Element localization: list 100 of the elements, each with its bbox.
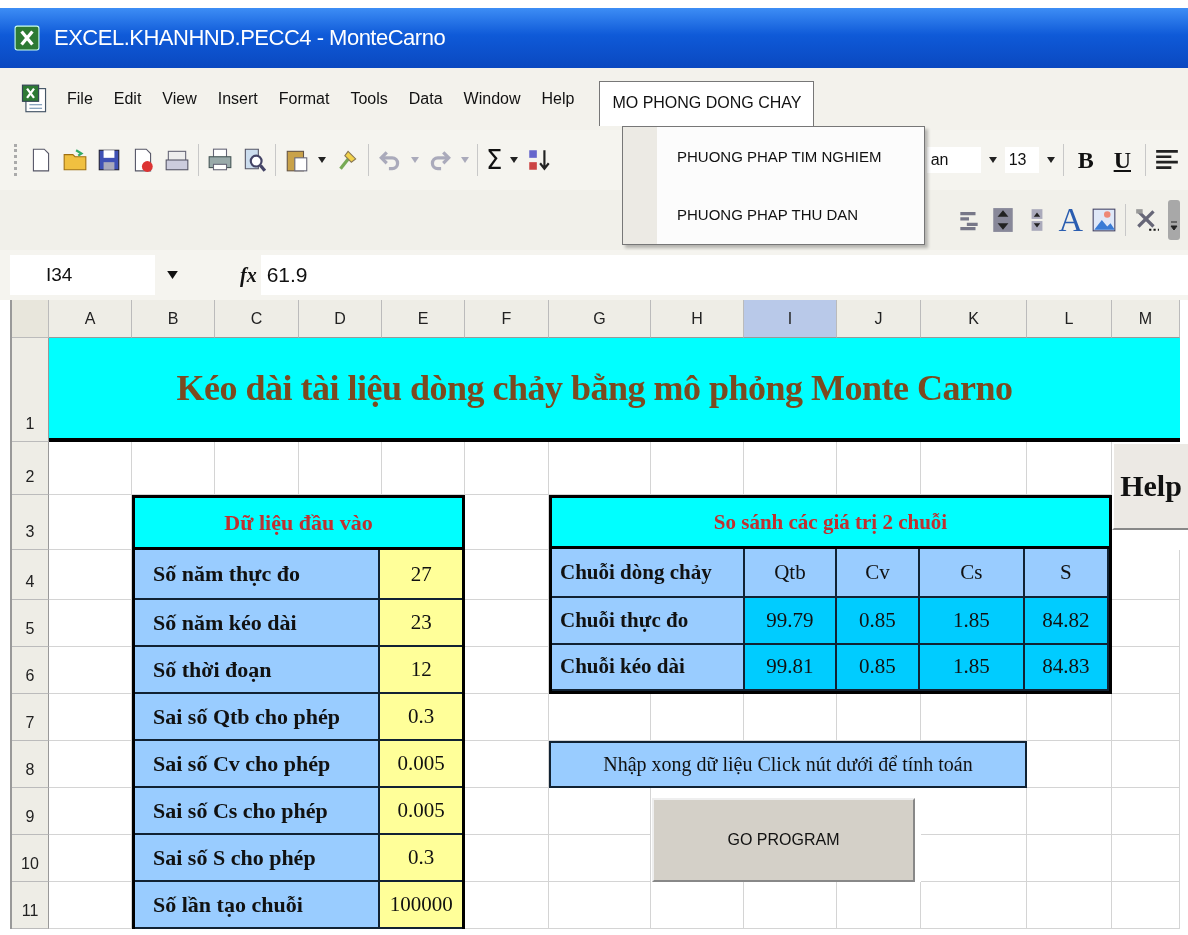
sheet-cell[interactable] [465,600,549,647]
row-header[interactable]: 2 [12,442,49,495]
image-icon[interactable] [1091,207,1117,233]
spreadsheet-icon [14,25,40,51]
sheet-cell[interactable] [465,882,549,929]
menu-item[interactable]: Edit [111,86,144,112]
column-header[interactable]: I [744,300,837,338]
caret-icon[interactable] [988,157,997,163]
column-header[interactable]: A [49,300,132,338]
sheet-cell[interactable] [1112,550,1180,600]
row-header[interactable]: 5 [12,600,49,647]
printer-icon[interactable] [207,147,233,173]
sheet-cell[interactable] [1112,647,1180,694]
sheet-cell[interactable] [549,835,651,882]
sheet-cell[interactable] [465,495,549,550]
sheet-cell[interactable] [49,882,132,929]
menu-option[interactable]: PHUONG PHAP TIM NGHIEM [667,141,892,171]
column-header[interactable]: B [132,300,215,338]
sheet-cell[interactable] [1027,882,1112,929]
value-cell[interactable]: 0.3 [380,694,462,741]
sheet-cell[interactable] [465,788,549,835]
sheet-cell[interactable] [1112,788,1180,835]
sheet-cell[interactable] [1027,788,1112,835]
menu-item[interactable]: View [160,86,199,112]
row-header[interactable]: 10 [12,835,49,882]
sheet-cell[interactable] [1112,694,1180,741]
column-header[interactable]: G [549,300,651,338]
function-button[interactable]: fx [240,263,257,287]
sheet-cell[interactable] [1112,600,1180,647]
sheet-cell[interactable] [49,647,132,694]
menu-item[interactable]: Tools [348,86,390,112]
menu-item[interactable]: Format [276,86,332,112]
sheet-cell[interactable] [465,647,549,694]
column-header[interactable]: M [1112,300,1180,338]
toolbar-options-icon[interactable] [1168,200,1180,240]
row-header[interactable]: 4 [12,550,49,600]
formula-field[interactable]: 61.9 [260,255,1188,295]
menu-item[interactable]: Data [406,86,445,112]
caret-icon[interactable] [318,157,326,163]
value-cell[interactable]: 0.005 [380,741,462,788]
row-header[interactable]: 8 [12,741,49,788]
sheet-cell[interactable] [921,882,1027,929]
sheet-cell[interactable] [1112,835,1180,882]
row-header[interactable]: 1 [12,338,49,442]
underline-button[interactable]: U [1107,146,1137,174]
column-header[interactable]: L [1027,300,1112,338]
sheet-cell[interactable] [49,741,132,788]
column-header[interactable]: D [299,300,382,338]
wordart-button[interactable]: A [1058,203,1083,237]
sheet-cell[interactable] [49,550,132,600]
sheet-cell[interactable] [465,694,549,741]
caret-icon[interactable] [1046,157,1055,163]
value-cell[interactable]: 100000 [380,882,462,929]
sheet-cell[interactable] [49,600,132,647]
sheet-cell[interactable] [49,835,132,882]
autosum-button[interactable]: Σ [486,145,503,175]
folder-icon[interactable] [62,147,88,173]
value-cell[interactable]: 0.005 [380,788,462,835]
sheet-cell[interactable] [1027,694,1112,741]
menu-item[interactable]: Insert [215,86,260,112]
menu-item[interactable]: MO PHONG DONG CHAY [599,80,815,126]
row-header[interactable]: 7 [12,694,49,741]
column-header[interactable]: F [465,300,549,338]
row-header[interactable]: 11 [12,882,49,929]
help-button[interactable]: Help [1112,442,1188,530]
workbook-icon[interactable] [20,84,48,114]
name-box[interactable]: I34 [10,255,155,295]
value-cell[interactable]: 27 [380,550,462,600]
sheet-cell[interactable] [921,835,1027,882]
menu-item[interactable]: File [65,86,95,112]
bold-button[interactable]: B [1071,146,1100,174]
column-header[interactable]: E [382,300,465,338]
sheet-cell[interactable] [1027,835,1112,882]
sheet-cell[interactable] [49,495,132,550]
sheet-cell[interactable] [549,882,651,929]
column-header[interactable]: H [651,300,744,338]
sheet-cell[interactable] [465,835,549,882]
menu-option[interactable]: PHUONG PHAP THU DAN [667,200,869,230]
font-size-field[interactable]: 13 [1004,147,1039,173]
sheet-cell[interactable] [49,694,132,741]
caret-icon[interactable] [510,157,519,163]
sheet-cell[interactable] [1112,741,1180,788]
column-header[interactable]: K [921,300,1027,338]
go-program-button[interactable]: GO PROGRAM [652,798,915,882]
sheet-cell[interactable] [465,550,549,600]
column-header[interactable]: C [215,300,299,338]
menu-item[interactable]: Window [461,86,523,112]
sheet-cell[interactable] [49,788,132,835]
row-header[interactable]: 6 [12,647,49,694]
value-cell[interactable]: 0.3 [380,835,462,882]
caret-icon[interactable] [167,271,178,279]
row-header[interactable]: 3 [12,495,49,550]
font-name-field[interactable]: an [926,147,981,173]
sheet-cell[interactable] [1112,882,1180,929]
value-cell[interactable]: 12 [380,647,462,694]
menu-item[interactable]: Help [539,86,577,112]
value-cell[interactable]: 23 [380,600,462,647]
row-header[interactable]: 9 [12,788,49,835]
column-header[interactable]: J [837,300,921,338]
select-all-corner[interactable] [12,300,49,338]
